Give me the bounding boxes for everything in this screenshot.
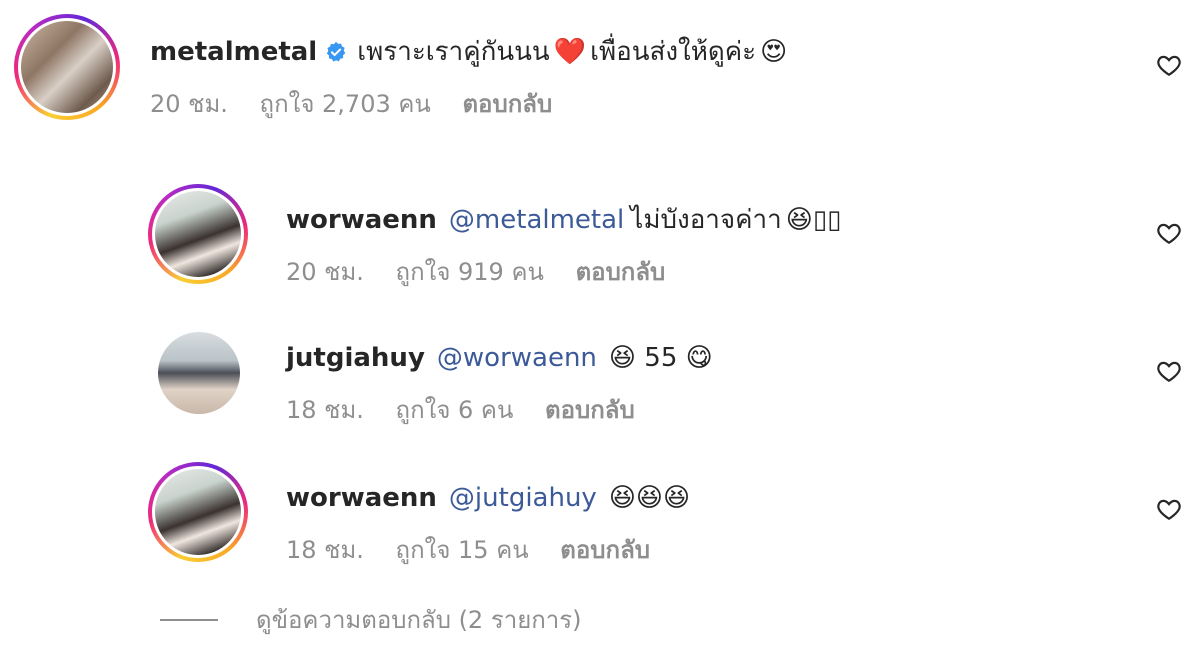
avatar-image: [155, 191, 241, 277]
username[interactable]: worwaenn: [286, 202, 437, 238]
comment-text-2: เพื่อนส่งให้ดูค่ะ: [590, 37, 757, 67]
reply-button[interactable]: ตอบกลับ: [560, 536, 650, 564]
heart-emoji: ❤️: [553, 37, 587, 67]
comment-text: 😆😆😆: [608, 483, 691, 513]
mention-link[interactable]: @worwaenn: [437, 340, 597, 376]
username[interactable]: jutgiahuy: [286, 340, 425, 376]
comment-text: 😆 55 😋: [608, 343, 713, 373]
avatar[interactable]: [148, 462, 248, 562]
avatar-image: [155, 469, 241, 555]
mention-link[interactable]: @metalmetal: [449, 202, 624, 238]
reply-button[interactable]: ตอบกลับ: [576, 258, 666, 286]
comment-item: jutgiahuy @worwaenn 😆 55 😋 18 ชม. ถูกใจ …: [0, 320, 1200, 450]
avatar[interactable]: [148, 184, 248, 284]
heart-outline-icon[interactable]: [1156, 52, 1182, 78]
avatar[interactable]: [158, 332, 240, 414]
reply-button[interactable]: ตอบกลับ: [462, 90, 552, 118]
comment-item: worwaenn @jutgiahuy 😆😆😆 18 ชม. ถูกใจ 15 …: [0, 458, 1200, 588]
comment-meta: 18 ชม. ถูกใจ 15 คน ตอบกลับ: [286, 530, 690, 569]
comment-text: ไม่บังอาจค่าา: [630, 205, 782, 235]
timestamp: 20 ชม.: [150, 90, 228, 118]
username[interactable]: metalmetal: [150, 34, 317, 70]
comment-item: metalmetal เพราะเราคู่กันนน ❤️ เพื่อนส่ง…: [0, 0, 1200, 150]
mention-link[interactable]: @jutgiahuy: [449, 480, 597, 516]
like-count[interactable]: ถูกใจ 6 คน: [396, 396, 514, 424]
timestamp: 20 ชม.: [286, 258, 364, 286]
heart-outline-icon[interactable]: [1156, 496, 1182, 522]
divider-line: [160, 618, 218, 621]
avatar-image: [21, 21, 113, 113]
comment-meta: 20 ชม. ถูกใจ 919 คน ตอบกลับ: [286, 252, 841, 291]
view-replies-label: ดูข้อความตอบกลับ (2 รายการ): [256, 606, 582, 634]
like-count[interactable]: ถูกใจ 2,703 คน: [260, 90, 431, 118]
like-count[interactable]: ถูกใจ 919 คน: [396, 258, 544, 286]
heart-outline-icon[interactable]: [1156, 220, 1182, 246]
username[interactable]: worwaenn: [286, 480, 437, 516]
comment-item: worwaenn @metalmetal ไม่บังอาจค่าา 😆▯▯ 2…: [0, 180, 1200, 310]
heart-eyes-emoji: 😍: [760, 37, 788, 67]
comment-meta: 20 ชม. ถูกใจ 2,703 คน ตอบกลับ: [150, 84, 787, 123]
like-count[interactable]: ถูกใจ 15 คน: [396, 536, 529, 564]
avatar[interactable]: [14, 14, 120, 120]
view-replies-button[interactable]: ดูข้อความตอบกลับ (2 รายการ): [160, 600, 582, 639]
verified-badge-icon: [327, 41, 346, 62]
laughing-emoji: 😆▯▯: [785, 205, 842, 235]
comment-meta: 18 ชม. ถูกใจ 6 คน ตอบกลับ: [286, 390, 713, 429]
reply-button[interactable]: ตอบกลับ: [545, 396, 635, 424]
comment-text: เพราะเราคู่กันนน: [357, 37, 550, 67]
heart-outline-icon[interactable]: [1156, 358, 1182, 384]
timestamp: 18 ชม.: [286, 396, 364, 424]
timestamp: 18 ชม.: [286, 536, 364, 564]
